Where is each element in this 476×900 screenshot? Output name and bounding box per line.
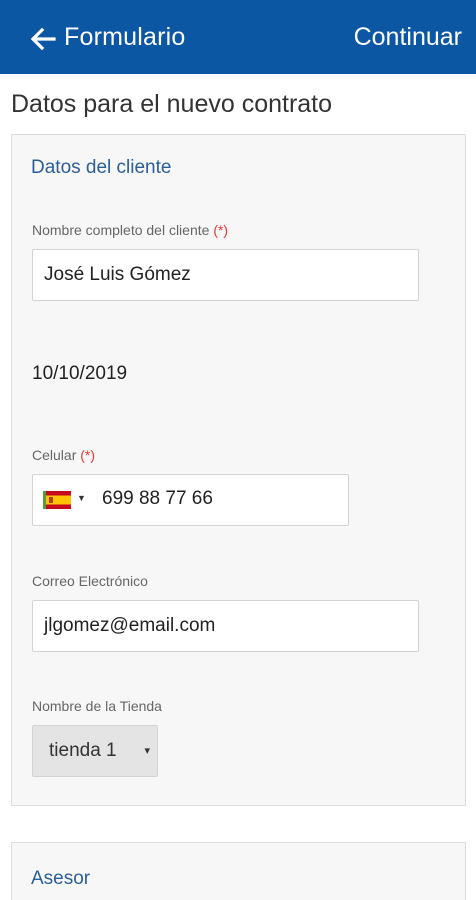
date-field[interactable]: 10/10/2019 bbox=[32, 363, 127, 385]
full-name-label: Nombre completo del cliente (*) bbox=[32, 222, 228, 238]
app-bar-title: Formulario bbox=[64, 23, 186, 51]
store-label: Nombre de la Tienda bbox=[32, 698, 162, 714]
spain-flag-icon[interactable] bbox=[43, 491, 71, 509]
email-label: Correo Electrónico bbox=[32, 573, 148, 589]
required-mark: (*) bbox=[213, 222, 229, 238]
store-select[interactable]: tienda 1 ▾ bbox=[32, 725, 158, 777]
chevron-down-icon: ▾ bbox=[144, 745, 150, 757]
full-name-label-text: Nombre completo del cliente bbox=[32, 222, 210, 238]
phone-field: ▼ 699 88 77 66 bbox=[32, 474, 349, 526]
page-title: Datos para el nuevo contrato bbox=[11, 90, 333, 118]
phone-number-input[interactable]: 699 88 77 66 bbox=[102, 488, 213, 510]
email-field[interactable]: jlgomez@email.com bbox=[32, 600, 419, 652]
continue-button[interactable]: Continuar bbox=[354, 23, 462, 52]
arrow-left-icon bbox=[30, 27, 56, 51]
full-name-field[interactable]: José Luis Gómez bbox=[32, 249, 419, 301]
advisor-section-title: Asesor bbox=[31, 868, 91, 889]
country-dropdown-caret-icon[interactable]: ▼ bbox=[77, 493, 86, 503]
client-section-title: Datos del cliente bbox=[31, 157, 172, 178]
app-bar: Formulario Continuar bbox=[0, 0, 476, 74]
back-button[interactable] bbox=[28, 24, 58, 54]
required-mark: (*) bbox=[80, 447, 96, 463]
store-select-value: tienda 1 bbox=[49, 740, 117, 761]
phone-label: Celular (*) bbox=[32, 447, 95, 463]
phone-label-text: Celular bbox=[32, 447, 77, 463]
client-data-card: Datos del cliente Nombre completo del cl… bbox=[11, 134, 466, 806]
advisor-card: Asesor bbox=[11, 842, 466, 900]
